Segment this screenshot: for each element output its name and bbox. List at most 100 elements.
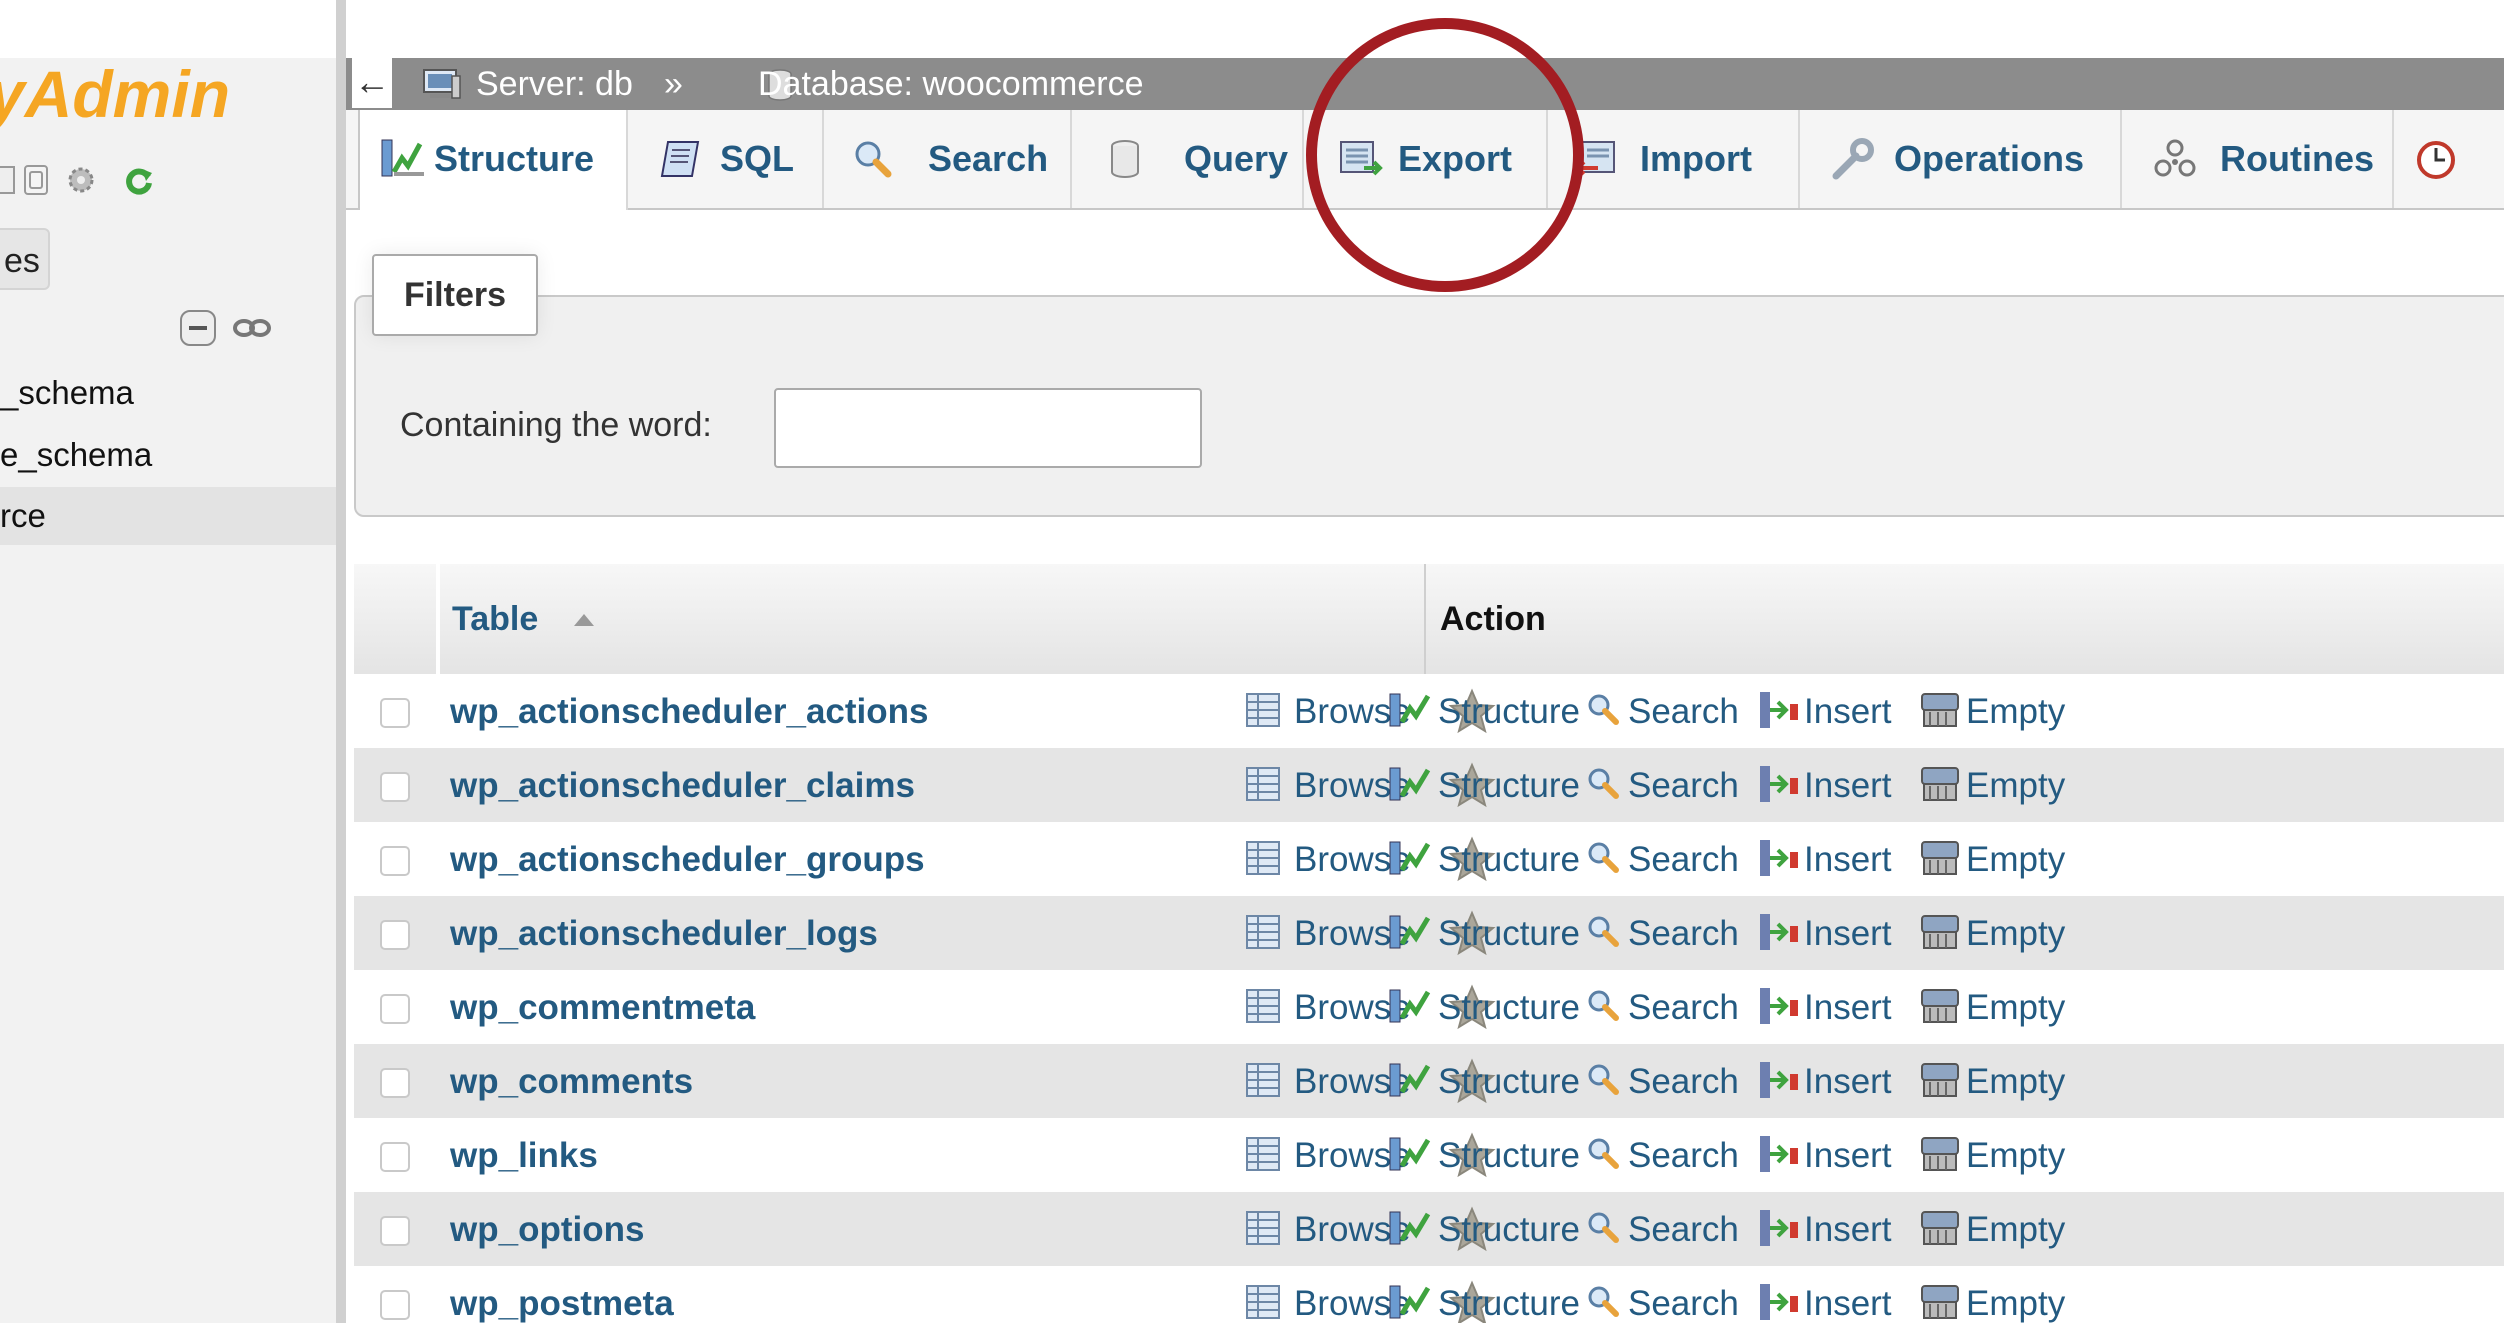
structure-action-link[interactable]: Structure [1438,988,1580,1028]
empty-action-link[interactable]: Empty [1966,1210,2065,1250]
search-icon[interactable] [1584,764,1626,809]
empty-icon[interactable] [1918,1208,1964,1253]
structure-icon[interactable] [1388,986,1434,1031]
structure-icon[interactable] [1388,764,1434,809]
empty-icon[interactable] [1918,838,1964,883]
breadcrumb-database[interactable]: Database: woocommerce [758,58,1144,110]
row-checkbox[interactable] [380,698,410,728]
structure-icon[interactable] [1388,1282,1434,1323]
structure-action-link[interactable]: Structure [1438,1136,1580,1176]
column-header-table[interactable]: Table [452,600,538,639]
insert-action-link[interactable]: Insert [1804,1136,1892,1176]
empty-icon[interactable] [1918,690,1964,735]
search-action-link[interactable]: Search [1628,840,1739,880]
reload-icon[interactable] [122,163,156,197]
search-action-link[interactable]: Search [1628,1062,1739,1102]
structure-action-link[interactable]: Structure [1438,914,1580,954]
tab-structure[interactable]: Structure [358,110,628,210]
sort-asc-icon[interactable] [574,614,594,626]
tab-query[interactable]: Query [1072,110,1304,208]
structure-icon[interactable] [1388,1208,1434,1253]
tree-item-woocommerce[interactable]: rce [0,487,336,545]
home-icon[interactable] [0,163,20,197]
browse-icon[interactable] [1244,1134,1284,1179]
row-checkbox[interactable] [380,920,410,950]
table-name-link[interactable]: wp_actionscheduler_logs [450,914,878,954]
search-icon[interactable] [1584,690,1626,735]
search-action-link[interactable]: Search [1628,1210,1739,1250]
search-icon[interactable] [1584,838,1626,883]
search-action-link[interactable]: Search [1628,988,1739,1028]
empty-action-link[interactable]: Empty [1966,692,2065,732]
search-action-link[interactable]: Search [1628,1284,1739,1323]
search-icon[interactable] [1584,986,1626,1031]
empty-icon[interactable] [1918,764,1964,809]
empty-icon[interactable] [1918,1134,1964,1179]
browse-icon[interactable] [1244,1282,1284,1323]
tab-search[interactable]: Search [824,110,1072,208]
gear-icon[interactable] [64,163,98,197]
insert-action-link[interactable]: Insert [1804,692,1892,732]
table-name-link[interactable]: wp_options [450,1210,644,1250]
structure-action-link[interactable]: Structure [1438,692,1580,732]
insert-icon[interactable] [1756,764,1802,809]
insert-action-link[interactable]: Insert [1804,766,1892,806]
structure-action-link[interactable]: Structure [1438,766,1580,806]
insert-icon[interactable] [1756,690,1802,735]
row-checkbox[interactable] [380,1142,410,1172]
table-name-link[interactable]: wp_actionscheduler_claims [450,766,915,806]
search-icon[interactable] [1584,1134,1626,1179]
tree-item-performance-schema[interactable]: e_schema [0,436,152,474]
table-name-link[interactable]: wp_commentmeta [450,988,755,1028]
insert-icon[interactable] [1756,912,1802,957]
databases-button[interactable]: es [0,228,50,290]
browse-icon[interactable] [1244,838,1284,883]
row-checkbox[interactable] [380,1216,410,1246]
row-checkbox[interactable] [380,1068,410,1098]
table-name-link[interactable]: wp_actionscheduler_actions [450,692,928,732]
structure-action-link[interactable]: Structure [1438,840,1580,880]
logo[interactable]: yAdmin [0,56,230,132]
collapse-sidebar-button[interactable]: ← [352,56,392,108]
browse-icon[interactable] [1244,764,1284,809]
empty-action-link[interactable]: Empty [1966,1062,2065,1102]
search-action-link[interactable]: Search [1628,914,1739,954]
insert-action-link[interactable]: Insert [1804,988,1892,1028]
structure-icon[interactable] [1388,1134,1434,1179]
table-name-link[interactable]: wp_actionscheduler_groups [450,840,925,880]
sidebar-resizer[interactable] [336,0,346,1323]
tab-operations[interactable]: Operations [1800,110,2122,208]
empty-action-link[interactable]: Empty [1966,914,2065,954]
structure-action-link[interactable]: Structure [1438,1284,1580,1323]
empty-action-link[interactable]: Empty [1966,840,2065,880]
tab-import[interactable]: Import [1548,110,1800,208]
insert-icon[interactable] [1756,1208,1802,1253]
insert-icon[interactable] [1756,1134,1802,1179]
browse-icon[interactable] [1244,912,1284,957]
empty-icon[interactable] [1918,986,1964,1031]
structure-action-link[interactable]: Structure [1438,1210,1580,1250]
insert-action-link[interactable]: Insert [1804,1062,1892,1102]
insert-action-link[interactable]: Insert [1804,1210,1892,1250]
empty-icon[interactable] [1918,1282,1964,1323]
insert-icon[interactable] [1756,838,1802,883]
search-icon[interactable] [1584,1060,1626,1105]
filter-input[interactable] [774,388,1202,468]
search-action-link[interactable]: Search [1628,692,1739,732]
search-action-link[interactable]: Search [1628,766,1739,806]
structure-icon[interactable] [1388,912,1434,957]
row-checkbox[interactable] [380,772,410,802]
browse-icon[interactable] [1244,1060,1284,1105]
search-action-link[interactable]: Search [1628,1136,1739,1176]
tab-routines[interactable]: Routines [2122,110,2394,208]
empty-action-link[interactable]: Empty [1966,988,2065,1028]
tab-sql[interactable]: SQL [628,110,824,208]
empty-action-link[interactable]: Empty [1966,1136,2065,1176]
structure-icon[interactable] [1388,1060,1434,1105]
table-name-link[interactable]: wp_postmeta [450,1284,674,1323]
tree-item-information-schema[interactable]: _schema [0,374,134,412]
search-icon[interactable] [1584,1208,1626,1253]
browse-icon[interactable] [1244,986,1284,1031]
search-icon[interactable] [1584,1282,1626,1323]
row-checkbox[interactable] [380,994,410,1024]
